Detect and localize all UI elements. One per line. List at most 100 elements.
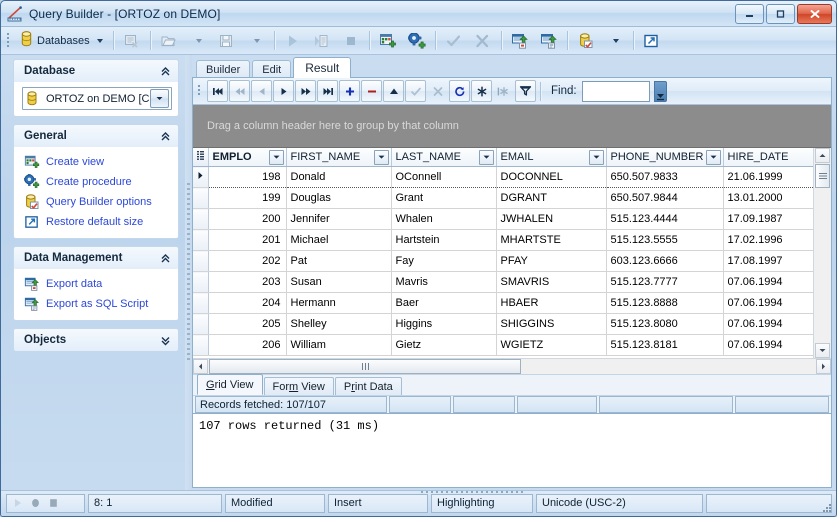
chevron-down-icon[interactable] <box>160 335 171 346</box>
grid-header-filter-button[interactable] <box>268 149 284 165</box>
open-dropdown[interactable] <box>184 29 212 53</box>
grid-header-phone-number[interactable]: PHONE_NUMBER <box>606 148 724 167</box>
grid-header-hire-date[interactable]: HIRE_DATE <box>723 148 813 167</box>
cell-hire-date[interactable]: 07.06.1994 <box>723 313 813 335</box>
prior-page-button[interactable] <box>229 80 250 102</box>
grid-header-email[interactable]: EMAIL <box>496 148 607 167</box>
prior-record-button[interactable] <box>251 80 272 102</box>
cancel-edit-button[interactable] <box>427 80 448 102</box>
grid-header-employee-id[interactable]: EMPLO <box>208 148 287 167</box>
grid-horizontal-scrollbar[interactable] <box>193 358 831 374</box>
scroll-left-button[interactable] <box>193 359 208 374</box>
next-page-button[interactable] <box>295 80 316 102</box>
stop-button[interactable] <box>337 29 365 53</box>
grid-header-filter-button[interactable] <box>705 149 721 165</box>
cell-email[interactable]: WGIETZ <box>496 334 607 356</box>
tab-builder[interactable]: Builder <box>196 60 251 78</box>
chevron-up-icon[interactable] <box>160 66 171 77</box>
cell-employee-id[interactable]: 203 <box>208 271 287 293</box>
maximize-button[interactable] <box>766 4 795 24</box>
options-button[interactable] <box>572 29 600 53</box>
cell-hire-date[interactable]: 17.02.1996 <box>723 229 813 251</box>
status-media-controls[interactable] <box>6 493 85 513</box>
cell-phone-number[interactable]: 650.507.9833 <box>606 166 724 188</box>
cell-first-name[interactable]: Jennifer <box>286 208 392 230</box>
cell-hire-date[interactable]: 07.06.1994 <box>723 292 813 314</box>
cell-phone-number[interactable]: 515.123.8888 <box>606 292 724 314</box>
fetch-all-button[interactable] <box>471 80 492 102</box>
delete-record-button[interactable] <box>361 80 382 102</box>
cell-last-name[interactable]: OConnell <box>391 166 497 188</box>
cell-first-name[interactable]: Donald <box>286 166 392 188</box>
cell-hire-date[interactable]: 17.09.1987 <box>723 208 813 230</box>
last-record-button[interactable] <box>317 80 338 102</box>
cell-email[interactable]: PFAY <box>496 250 607 272</box>
message-pane[interactable]: 107 rows returned (31 ms) <box>192 414 832 488</box>
resize-grip-icon[interactable] <box>821 502 832 513</box>
tab-edit[interactable]: Edit <box>252 60 292 78</box>
cell-first-name[interactable]: Shelley <box>286 313 392 335</box>
cell-last-name[interactable]: Baer <box>391 292 497 314</box>
filter-button[interactable] <box>515 80 536 102</box>
table-row[interactable]: 198 Donald OConnell DOCONNEL 650.507.983… <box>193 166 813 188</box>
open-button[interactable] <box>155 29 183 53</box>
create-procedure-button[interactable] <box>403 29 431 53</box>
group-by-panel[interactable]: Drag a column header here to group by th… <box>193 105 831 148</box>
table-row[interactable]: 203 Susan Mavris SMAVRIS 515.123.7777 07… <box>193 271 813 293</box>
export-data-button[interactable] <box>506 29 534 53</box>
cell-first-name[interactable]: Susan <box>286 271 392 293</box>
minimize-button[interactable] <box>735 4 764 24</box>
cell-employee-id[interactable]: 205 <box>208 313 287 335</box>
new-query-button[interactable] <box>118 29 146 53</box>
save-button[interactable] <box>213 29 241 53</box>
rollback-button[interactable] <box>469 29 497 53</box>
table-row[interactable]: 205 Shelley Higgins SHIGGINS 515.123.808… <box>193 313 813 335</box>
cell-last-name[interactable]: Hartstein <box>391 229 497 251</box>
database-combo-dropdown-button[interactable] <box>150 89 169 108</box>
table-row[interactable]: 204 Hermann Baer HBAER 515.123.8888 07.0… <box>193 292 813 314</box>
cell-last-name[interactable]: Fay <box>391 250 497 272</box>
insert-record-button[interactable] <box>339 80 360 102</box>
sidebar-item-query-builder-options[interactable]: Query Builder options <box>22 192 172 212</box>
navigator-grip-icon[interactable] <box>197 82 203 101</box>
horizontal-scroll-thumb[interactable] <box>209 359 521 374</box>
execute-step-button[interactable] <box>308 29 336 53</box>
scroll-right-button[interactable] <box>816 359 831 374</box>
cell-phone-number[interactable]: 515.123.8181 <box>606 334 724 356</box>
cell-first-name[interactable]: Michael <box>286 229 392 251</box>
record-icon[interactable] <box>29 497 43 510</box>
vertical-scroll-track[interactable] <box>815 188 830 343</box>
cell-last-name[interactable]: Grant <box>391 187 497 209</box>
database-combo[interactable]: ORTOZ on DEMO [C <box>22 87 172 110</box>
post-edit-button[interactable] <box>405 80 426 102</box>
scroll-up-button[interactable] <box>815 148 830 163</box>
cell-hire-date[interactable]: 17.08.1997 <box>723 250 813 272</box>
cell-email[interactable]: SMAVRIS <box>496 271 607 293</box>
grid-header-first-name[interactable]: FIRST_NAME <box>286 148 392 167</box>
cell-email[interactable]: SHIGGINS <box>496 313 607 335</box>
tab-form-view[interactable]: Form View <box>263 377 334 395</box>
cell-email[interactable]: DOCONNEL <box>496 166 607 188</box>
sidebar-item-export-as-sql-script[interactable]: Export as SQL Script <box>22 294 172 314</box>
sidebar-item-create-procedure[interactable]: Create procedure <box>22 172 172 192</box>
cell-employee-id[interactable]: 204 <box>208 292 287 314</box>
cell-email[interactable]: HBAER <box>496 292 607 314</box>
cell-first-name[interactable]: Hermann <box>286 292 392 314</box>
edit-record-button[interactable] <box>383 80 404 102</box>
cell-employee-id[interactable]: 198 <box>208 166 287 188</box>
sidebar-section-general-header[interactable]: General <box>13 124 179 147</box>
cell-last-name[interactable]: Whalen <box>391 208 497 230</box>
cell-employee-id[interactable]: 200 <box>208 208 287 230</box>
sidebar-splitter[interactable] <box>185 55 192 490</box>
chevron-up-icon[interactable] <box>160 253 171 264</box>
first-record-button[interactable] <box>207 80 228 102</box>
grid-header-filter-button[interactable] <box>478 149 494 165</box>
tab-grid-view[interactable]: Grid View <box>197 374 263 395</box>
fetch-partial-button[interactable] <box>493 80 514 102</box>
grid-vertical-scrollbar[interactable] <box>813 148 831 358</box>
table-row[interactable]: 206 William Gietz WGIETZ 515.123.8181 07… <box>193 334 813 356</box>
sidebar-item-export-data[interactable]: Export data <box>22 274 172 294</box>
cell-last-name[interactable]: Gietz <box>391 334 497 356</box>
cell-hire-date[interactable]: 07.06.1994 <box>723 271 813 293</box>
tab-result[interactable]: Result <box>293 57 352 78</box>
